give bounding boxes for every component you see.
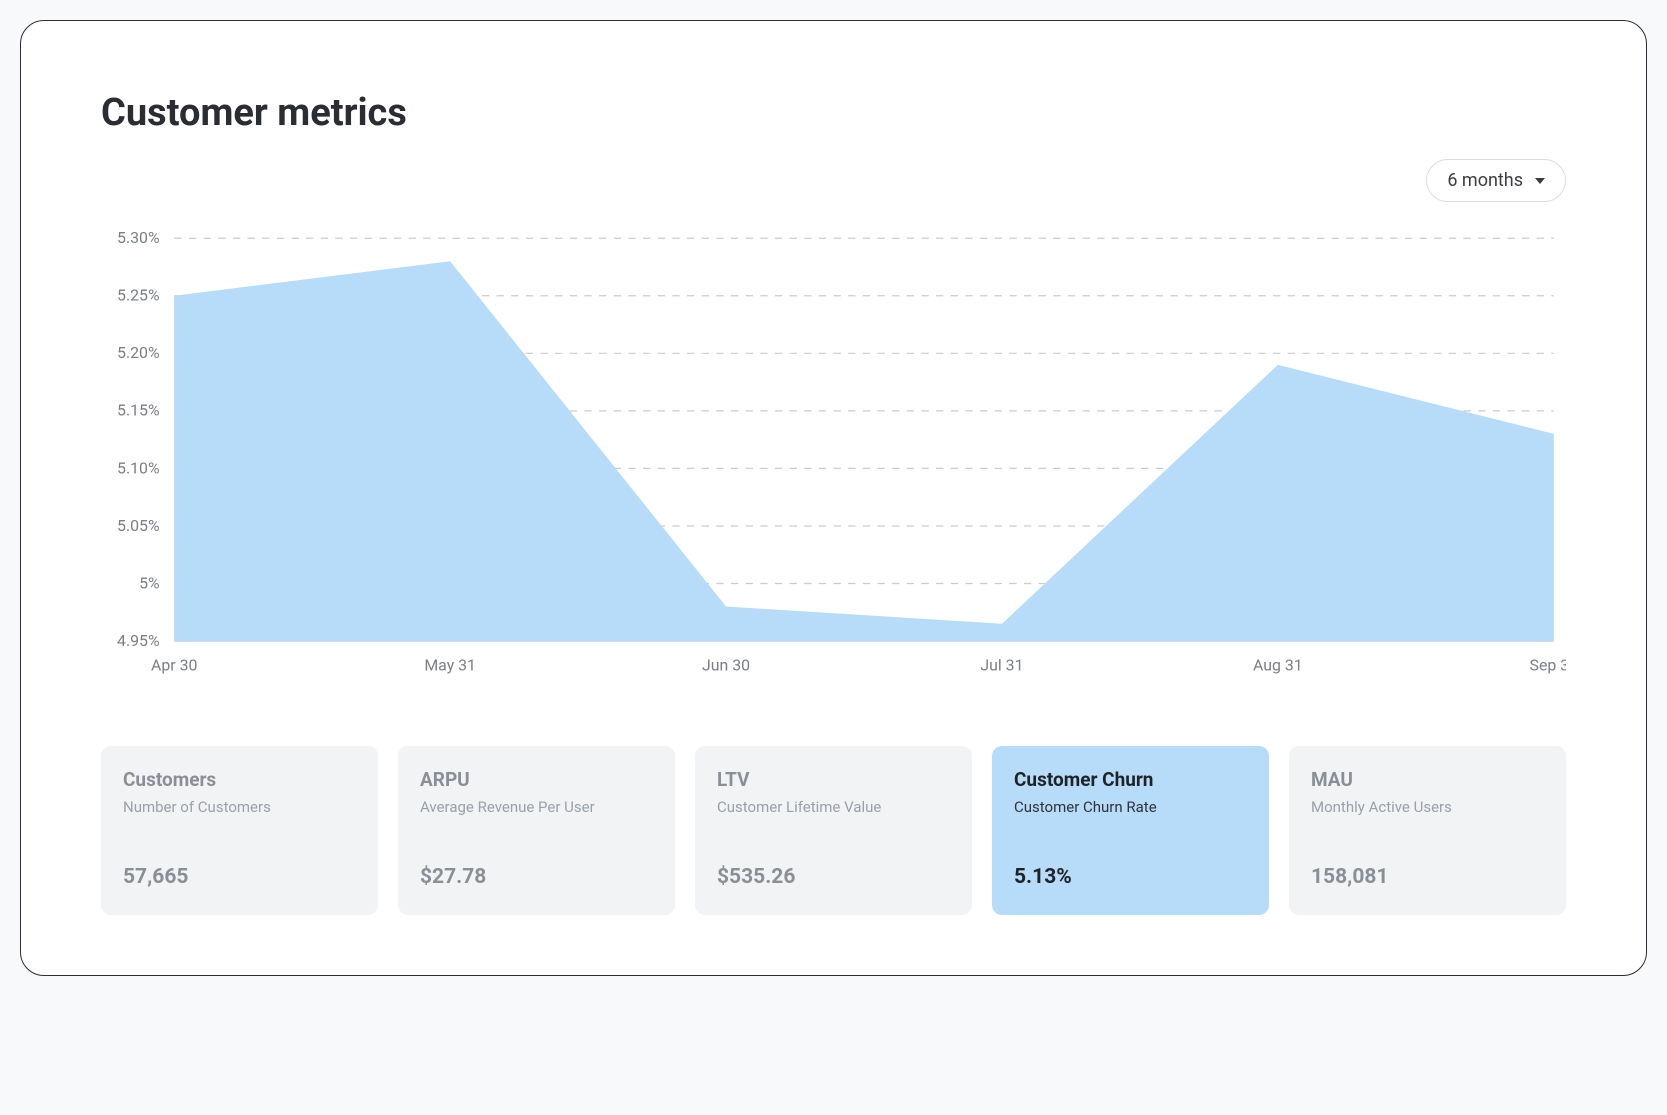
chart-toolbar: 6 months [101, 159, 1566, 202]
metric-subtitle: Customer Lifetime Value [717, 797, 950, 837]
y-axis-tick-label: 5% [139, 573, 160, 592]
customer-metrics-card: Customer metrics 6 months 5.30% 5.25% 5.20… [20, 20, 1647, 976]
y-axis-tick-label: 5.20% [117, 343, 160, 362]
metric-title: MAU [1311, 768, 1544, 791]
metrics-row: Customers Number of Customers 57,665 ARPU Av… [101, 746, 1566, 915]
time-range-select[interactable]: 6 months [1426, 159, 1566, 202]
y-axis-tick-label: 5.25% [117, 286, 160, 305]
chevron-down-icon [1535, 178, 1545, 184]
metric-subtitle: Customer Churn Rate [1014, 797, 1247, 837]
metric-title: Customer Churn [1014, 768, 1247, 791]
x-axis-tick-label: Apr 30 [151, 655, 197, 674]
y-axis-tick-label: 4.95% [117, 631, 160, 650]
x-axis-tick-label: Sep 30 [1530, 655, 1566, 674]
y-axis-tick-label: 5.05% [117, 516, 160, 535]
metric-value: 158,081 [1311, 865, 1544, 889]
metric-card-mau[interactable]: MAU Monthly Active Users 158,081 [1289, 746, 1566, 915]
metric-subtitle: Number of Customers [123, 797, 356, 837]
y-axis-tick-label: 5.10% [117, 458, 160, 477]
metric-value: 57,665 [123, 865, 356, 889]
y-axis-tick-label: 5.30% [117, 228, 160, 247]
x-axis-tick-label: Aug 31 [1253, 655, 1303, 674]
x-axis-tick-label: May 31 [424, 655, 476, 674]
chart-svg: 5.30% 5.25% 5.20% 5.15% 5.10% 5.05% 5% 4.95% Apr… [101, 226, 1566, 690]
metric-subtitle: Average Revenue Per User [420, 797, 653, 837]
metric-value: $535.26 [717, 865, 950, 889]
time-range-label: 6 months [1447, 170, 1523, 191]
metric-card-churn[interactable]: Customer Churn Customer Churn Rate 5.13% [992, 746, 1269, 915]
metric-value: $27.78 [420, 865, 653, 889]
metric-title: ARPU [420, 768, 653, 791]
x-axis-tick-label: Jun 30 [702, 655, 750, 674]
x-axis-tick-label: Jul 31 [980, 655, 1023, 674]
metric-subtitle: Monthly Active Users [1311, 797, 1544, 837]
metric-card-ltv[interactable]: LTV Customer Lifetime Value $535.26 [695, 746, 972, 915]
churn-area-chart: 5.30% 5.25% 5.20% 5.15% 5.10% 5.05% 5% 4.95% Apr… [101, 226, 1566, 690]
metric-value: 5.13% [1014, 865, 1247, 889]
metric-card-customers[interactable]: Customers Number of Customers 57,665 [101, 746, 378, 915]
metric-title: LTV [717, 768, 950, 791]
metric-card-arpu[interactable]: ARPU Average Revenue Per User $27.78 [398, 746, 675, 915]
page-title: Customer metrics [101, 91, 1566, 135]
metric-title: Customers [123, 768, 356, 791]
y-axis-tick-label: 5.15% [117, 401, 160, 420]
